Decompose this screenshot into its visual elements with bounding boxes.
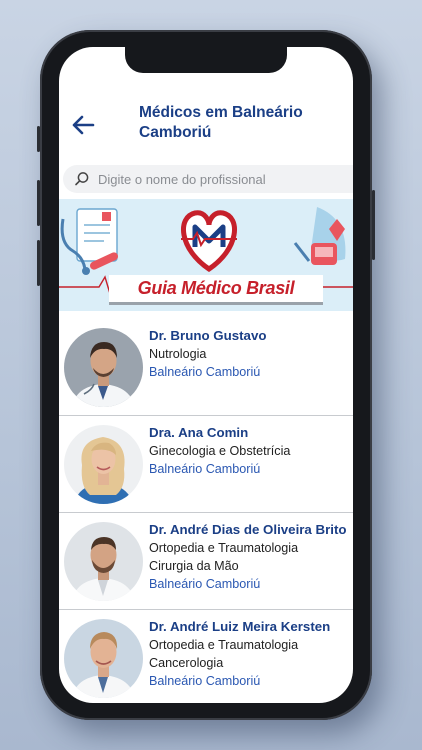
doctor-info: Dr. André Luiz Meira Kersten Ortopedia e… [149, 618, 353, 690]
doctor-specialty: Cirurgia da Mão [149, 559, 239, 573]
phone-notch [125, 47, 287, 73]
search-bar[interactable] [63, 165, 353, 193]
doctor-specialty: Ortopedia e Traumatologia [149, 541, 299, 555]
doctor-name: Dr. André Dias de Oliveira Brito [149, 522, 347, 537]
doctor-specialty: Ginecologia e Obstetrícia [149, 444, 291, 458]
doctor-specialty: Ortopedia e Traumatologia [149, 638, 299, 652]
search-icon [74, 171, 90, 187]
doctor-list-item[interactable]: Dr. André Luiz Meira Kersten Ortopedia e… [59, 610, 353, 703]
search-input[interactable] [98, 171, 338, 187]
doctor-specialty: Nutrologia [149, 347, 207, 361]
doctor-list: Dr. Bruno Gustavo Nutrologia Balneário C… [59, 319, 353, 703]
doctor-city: Balneário Camboriú [149, 365, 261, 379]
phone-side-button [37, 126, 40, 152]
doctor-info: Dr. André Dias de Oliveira Brito Ortoped… [149, 521, 353, 593]
app-header: Médicos em Balneário Camboriú [59, 103, 353, 149]
doctor-name: Dra. Ana Comin [149, 425, 249, 440]
banner-title-text: Guia Médico Brasil [137, 278, 295, 298]
doctor-name: Dr. André Luiz Meira Kersten [149, 619, 331, 634]
back-button[interactable] [67, 109, 99, 141]
arrow-left-icon [72, 115, 95, 135]
phone-power-button [372, 190, 375, 260]
doctor-list-item[interactable]: Dr. Bruno Gustavo Nutrologia Balneário C… [59, 319, 353, 416]
page-title: Médicos em Balneário Camboriú [139, 104, 303, 141]
phone-frame: Médicos em Balneário Camboriú Digite o n… [37, 30, 375, 720]
banner-title: Guia Médico Brasil [109, 275, 323, 305]
doctor-city: Balneário Camboriú [149, 462, 261, 476]
phone-volume-down-button [37, 240, 40, 286]
guia-medico-banner: Guia Médico Brasil [59, 199, 353, 311]
doctor-info: Dr. Bruno Gustavo Nutrologia Balneário C… [149, 327, 353, 381]
app-screen: Médicos em Balneário Camboriú Digite o n… [59, 47, 353, 703]
doctor-avatar [64, 619, 143, 698]
doctor-avatar [64, 425, 143, 504]
doctor-info: Dra. Ana Comin Ginecologia e Obstetrícia… [149, 424, 353, 478]
doctor-city: Balneário Camboriú [149, 674, 261, 688]
phone-volume-up-button [37, 180, 40, 226]
doctor-name: Dr. Bruno Gustavo [149, 328, 267, 343]
doctor-city: Balneário Camboriú [149, 577, 261, 591]
doctor-avatar [64, 328, 143, 407]
doctor-list-item[interactable]: Dra. Ana Comin Ginecologia e Obstetrícia… [59, 416, 353, 513]
doctor-specialty: Cancerologia [149, 656, 224, 670]
doctor-avatar [64, 522, 143, 601]
doctor-list-item[interactable]: Dr. André Dias de Oliveira Brito Ortoped… [59, 513, 353, 610]
